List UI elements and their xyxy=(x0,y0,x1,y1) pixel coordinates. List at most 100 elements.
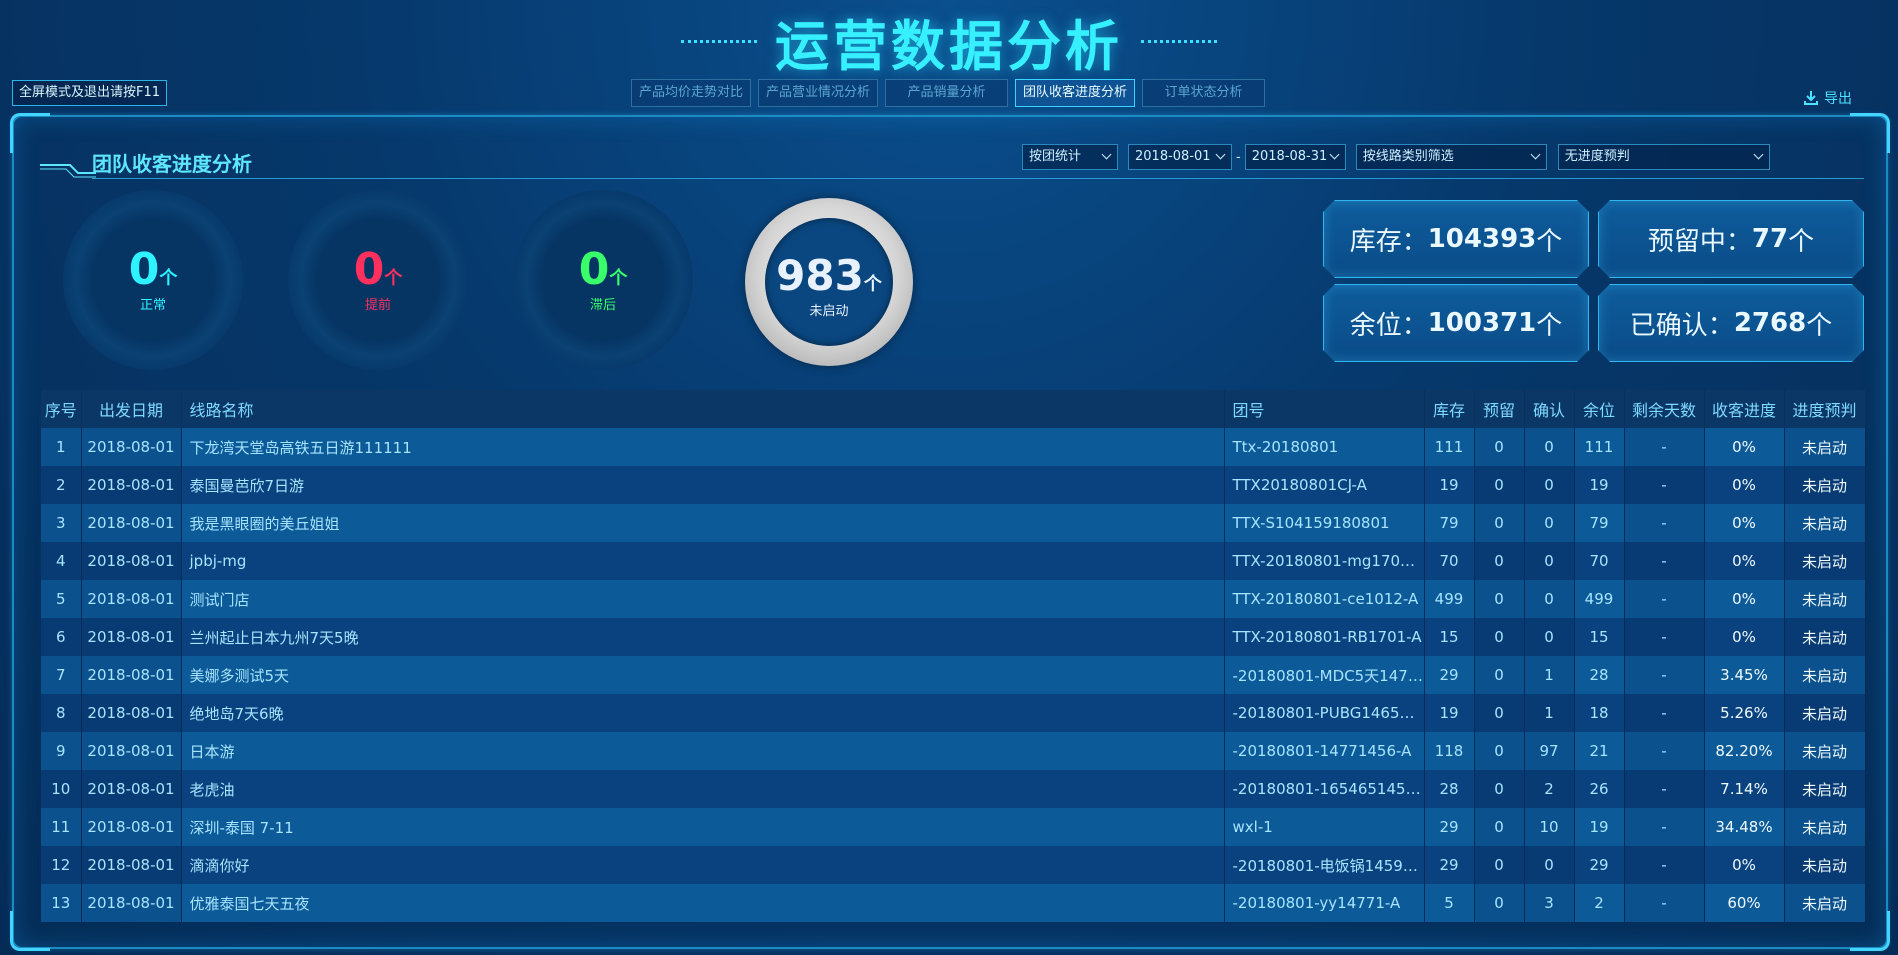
date-end-select[interactable]: 2018-08-31 xyxy=(1244,144,1346,170)
col-header-stock[interactable]: 库存 xyxy=(1424,390,1475,428)
cell-route-name: 我是黑眼圈的美丘姐姐 xyxy=(181,504,1225,542)
tab-order-status[interactable]: 订单状态分析 xyxy=(1142,79,1266,107)
tab-business-analysis[interactable]: 产品营业情况分析 xyxy=(758,79,879,107)
tab-avg-price-trend[interactable]: 产品均价走势对比 xyxy=(631,79,752,107)
cell-group-number: Ttx-20180801 xyxy=(1224,428,1425,466)
table-row[interactable]: 2 2018-08-01 泰国曼芭欣7日游 TTX20180801CJ-A 19 0 0 19… xyxy=(41,466,1866,504)
col-header-progress[interactable]: 收客进度 xyxy=(1704,390,1785,428)
cell-departure-date: 2018-08-01 xyxy=(81,618,182,656)
cell-group-number: TTX-20180801-ce1012-A xyxy=(1224,580,1425,618)
table-header-row: 序号 出发日期 线路名称 团号 库存 预留 确认 余位 剩余天数 收客进度 进度… xyxy=(41,390,1866,428)
col-header-confirmed[interactable]: 确认 xyxy=(1524,390,1575,428)
cell-departure-date: 2018-08-01 xyxy=(81,466,182,504)
col-header-days-left[interactable]: 剩余天数 xyxy=(1624,390,1705,428)
col-header-reserved[interactable]: 预留 xyxy=(1474,390,1525,428)
col-header-route-name[interactable]: 线路名称 xyxy=(181,390,1225,428)
table-row[interactable]: 13 2018-08-01 优雅泰国七天五夜 -20180801-yy14771-A 5… xyxy=(41,884,1866,922)
table-row[interactable]: 9 2018-08-01 日本游 -20180801-14771456-A 118 0 97… xyxy=(41,732,1866,770)
filter-bar: 按团统计 2018-08-01 - 2018-08-31 按线路类别筛选 无进度… xyxy=(1022,144,1770,170)
table-row[interactable]: 12 2018-08-01 滴滴你好 -20180801-电饭锅1459… 29 0 0 29… xyxy=(41,846,1866,884)
cell-forecast: 未启动 xyxy=(1784,618,1866,656)
cell-stock: 19 xyxy=(1424,466,1475,504)
date-separator: - xyxy=(1236,149,1241,165)
cell-departure-date: 2018-08-01 xyxy=(81,808,182,846)
summary-remaining-unit: 个 xyxy=(1536,310,1563,341)
table-row[interactable]: 7 2018-08-01 美娜多测试5天 -20180801-MDC5天147… 29 0… xyxy=(41,656,1866,694)
col-header-forecast[interactable]: 进度预判 xyxy=(1784,390,1866,428)
cell-departure-date: 2018-08-01 xyxy=(81,770,182,808)
tab-sales-analysis[interactable]: 产品销量分析 xyxy=(885,79,1009,107)
cell-index: 10 xyxy=(41,770,82,808)
stat-normal: 0个 正常 xyxy=(63,190,243,370)
progress-forecast-select[interactable]: 无进度预判 xyxy=(1557,144,1770,170)
cell-forecast: 未启动 xyxy=(1784,846,1866,884)
table-row[interactable]: 6 2018-08-01 兰州起止日本九州7天5晚 TTX-20180801-RB17… xyxy=(41,618,1866,656)
cell-remaining: 79 xyxy=(1574,504,1625,542)
cell-group-number: -20180801-14771456-A xyxy=(1224,732,1425,770)
cell-remaining: 499 xyxy=(1574,580,1625,618)
table-row[interactable]: 8 2018-08-01 绝地岛7天6晚 -20180801-PUBG14656-A 1… xyxy=(41,694,1866,732)
cell-stock: 28 xyxy=(1424,770,1475,808)
cell-days-left: - xyxy=(1624,808,1705,846)
cell-remaining: 111 xyxy=(1574,428,1625,466)
cell-departure-date: 2018-08-01 xyxy=(81,580,182,618)
cell-days-left: - xyxy=(1624,542,1705,580)
title-decoration-right xyxy=(1141,39,1217,43)
cell-days-left: - xyxy=(1624,580,1705,618)
col-header-index[interactable]: 序号 xyxy=(41,390,82,428)
cell-group-number: TTX-S104159180801 xyxy=(1224,504,1425,542)
cell-days-left: - xyxy=(1624,694,1705,732)
cell-progress: 0% xyxy=(1704,428,1785,466)
cell-days-left: - xyxy=(1624,466,1705,504)
stat-not-started-inner: 983个 未启动 xyxy=(765,218,893,346)
cell-group-number: -20180801-MDC5天147… xyxy=(1224,656,1425,694)
cell-confirmed: 0 xyxy=(1524,428,1575,466)
cell-index: 8 xyxy=(41,694,82,732)
cell-reserved: 0 xyxy=(1474,466,1525,504)
table-row[interactable]: 1 2018-08-01 下龙湾天堂岛高铁五日游111111 Ttx-20180801… xyxy=(41,428,1866,466)
summary-remaining: 余位： 100371 个 xyxy=(1323,284,1589,362)
route-type-select[interactable]: 按线路类别筛选 xyxy=(1355,144,1547,170)
cell-progress: 34.48% xyxy=(1704,808,1785,846)
export-button[interactable]: 导出 xyxy=(1803,88,1852,108)
cell-route-name: 下龙湾天堂岛高铁五日游111111 xyxy=(181,428,1225,466)
cell-remaining: 2 xyxy=(1574,884,1625,922)
page-title: 运营数据分析 xyxy=(775,14,1123,78)
cell-reserved: 0 xyxy=(1474,884,1525,922)
summary-reserved-label: 预留中： xyxy=(1647,226,1752,257)
dashboard-page: 运营数据分析 全屏模式及退出请按F11 产品均价走势对比 产品营业情况分析 产品… xyxy=(0,0,1898,955)
summary-confirmed-value: 2768 xyxy=(1733,308,1807,338)
table-row[interactable]: 5 2018-08-01 测试门店 TTX-20180801-ce1012-A 499 0… xyxy=(41,580,1866,618)
cell-confirmed: 1 xyxy=(1524,694,1575,732)
cell-group-number: -20180801-yy14771-A xyxy=(1224,884,1425,922)
cell-route-name: jpbj-mg xyxy=(181,542,1225,580)
cell-progress: 0% xyxy=(1704,580,1785,618)
cell-progress: 0% xyxy=(1704,504,1785,542)
cell-stock: 19 xyxy=(1424,694,1475,732)
cell-stock: 499 xyxy=(1424,580,1475,618)
cell-departure-date: 2018-08-01 xyxy=(81,884,182,922)
summary-stock-unit: 个 xyxy=(1536,226,1563,257)
cell-remaining: 21 xyxy=(1574,732,1625,770)
summary-reserved-unit: 个 xyxy=(1788,226,1815,257)
date-start-select[interactable]: 2018-08-01 xyxy=(1128,144,1232,170)
col-header-remaining[interactable]: 余位 xyxy=(1574,390,1625,428)
summary-stock-label: 库存： xyxy=(1349,226,1428,257)
stat-not-started-label: 未启动 xyxy=(809,304,849,319)
table-row[interactable]: 11 2018-08-01 深圳-泰国 7-11 wxl-1 29 0 10 19-34.48… xyxy=(41,808,1866,846)
section-title-decoration xyxy=(40,164,96,178)
col-header-departure-date[interactable]: 出发日期 xyxy=(81,390,182,428)
table-row[interactable]: 4 2018-08-01 jpbj-mg TTX-20180801-mg1701-A 7… xyxy=(41,542,1866,580)
cell-progress: 7.14% xyxy=(1704,770,1785,808)
progress-forecast-value: 无进度预判 xyxy=(1564,149,1630,164)
tab-team-progress[interactable]: 团队收客进度分析 xyxy=(1015,79,1136,107)
cell-reserved: 0 xyxy=(1474,580,1525,618)
table-row[interactable]: 3 2018-08-01 我是黑眼圈的美丘姐姐 TTX-S104159180801 79… xyxy=(41,504,1866,542)
cell-confirmed: 97 xyxy=(1524,732,1575,770)
cell-route-name: 老虎油 xyxy=(181,770,1225,808)
group-by-select[interactable]: 按团统计 xyxy=(1022,144,1118,170)
table-row[interactable]: 10 2018-08-01 老虎油 -20180801-1654651459… 28 0 2… xyxy=(41,770,1866,808)
col-header-group-number[interactable]: 团号 xyxy=(1224,390,1425,428)
cell-departure-date: 2018-08-01 xyxy=(81,428,182,466)
cell-route-name: 测试门店 xyxy=(181,580,1225,618)
